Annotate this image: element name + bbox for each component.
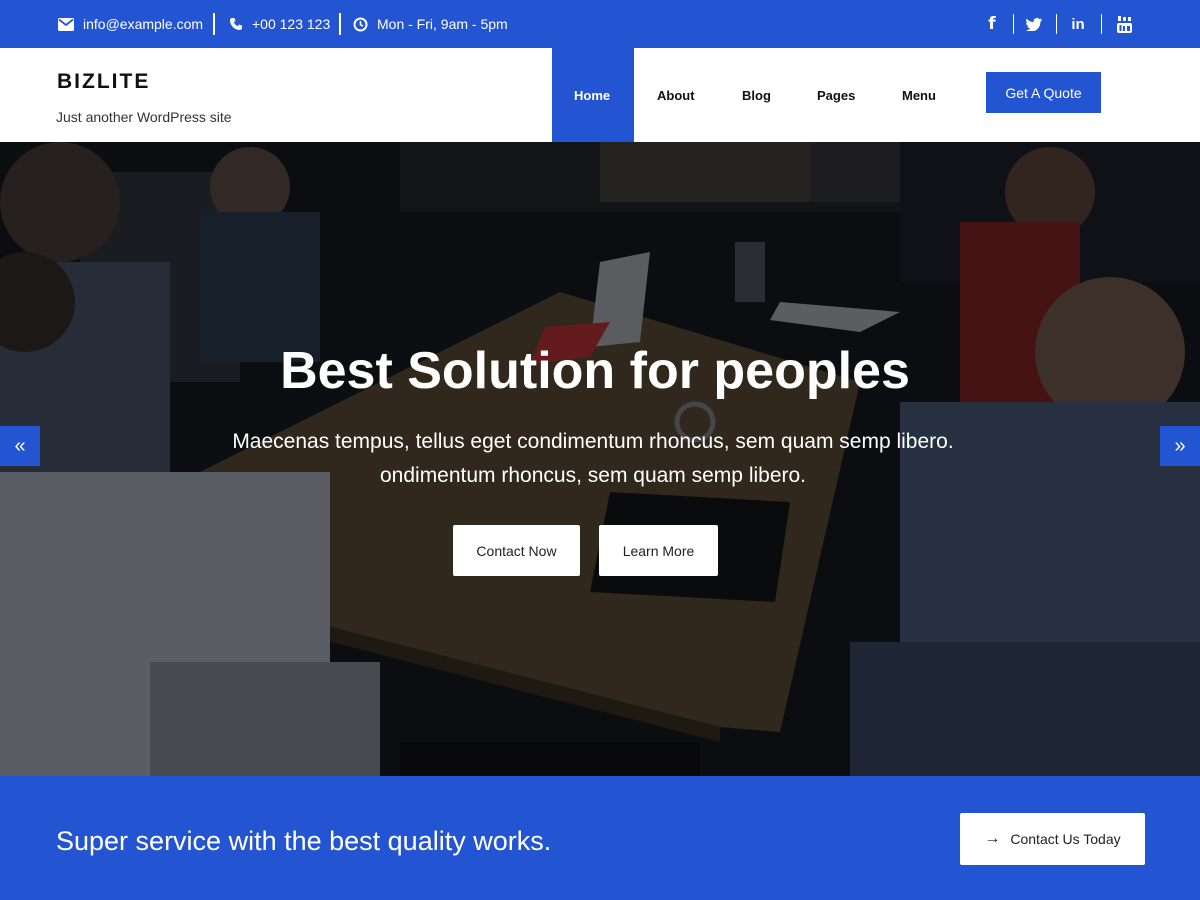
site-tagline: Just another WordPress site (56, 109, 232, 125)
nav-about[interactable]: About (657, 48, 695, 142)
learn-more-button[interactable]: Learn More (599, 525, 718, 576)
youtube-icon[interactable] (1112, 0, 1136, 48)
slider-prev-arrow-icon[interactable]: « (0, 426, 40, 466)
divider (213, 13, 215, 35)
hero-slider: Best Solution for peoples Maecenas tempu… (0, 142, 1200, 776)
hero-overlay (0, 142, 1200, 776)
twitter-icon[interactable] (1022, 0, 1046, 48)
hours-text: Mon - Fri, 9am - 5pm (377, 16, 508, 32)
office-hours: Mon - Fri, 9am - 5pm (353, 0, 508, 48)
nav-pages[interactable]: Pages (817, 48, 855, 142)
contact-phone[interactable]: +00 123 123 (229, 0, 330, 48)
envelope-icon (58, 17, 74, 31)
hero-subtitle-line1: Maecenas tempus, tellus eget condimentum… (232, 430, 954, 453)
phone-icon (230, 18, 242, 30)
email-text: info@example.com (83, 16, 204, 32)
nav-blog[interactable]: Blog (742, 48, 771, 142)
arrow-right-icon: → (984, 830, 1001, 847)
divider (1013, 14, 1014, 34)
site-header: BIZLITE Just another WordPress site Home… (0, 48, 1200, 142)
contact-now-button[interactable]: Contact Now (453, 525, 580, 576)
contact-email[interactable]: info@example.com (58, 0, 203, 48)
divider (339, 13, 341, 35)
slider-next-arrow-icon[interactable]: » (1160, 426, 1200, 466)
nav-home[interactable]: Home (574, 48, 610, 142)
youtube-shape (1116, 15, 1132, 33)
phone-text: +00 123 123 (252, 16, 331, 32)
divider (1056, 14, 1057, 34)
site-logo[interactable]: BIZLITE (57, 70, 150, 94)
hero-subtitle-line2: ondimentum rhoncus, sem quam semp libero… (379, 464, 807, 487)
get-a-quote-button[interactable]: Get A Quote (986, 72, 1101, 113)
twitter-bird-shape (1026, 17, 1042, 31)
nav-menu[interactable]: Menu (902, 48, 936, 142)
linkedin-icon[interactable]: in (1066, 0, 1090, 48)
clock-icon (353, 17, 368, 31)
top-bar: info@example.com +00 123 123 Mon - Fri, … (0, 0, 1200, 48)
facebook-icon[interactable]: f (980, 0, 1004, 48)
contact-us-today-label: Contact Us Today (1010, 831, 1121, 847)
contact-us-today-button[interactable]: → Contact Us Today (960, 813, 1145, 865)
divider (1101, 14, 1102, 34)
hero-title: Best Solution for peoples (280, 342, 910, 400)
call-to-action-bar: Super service with the best quality work… (0, 776, 1200, 900)
cta-text: Super service with the best quality work… (56, 826, 552, 856)
